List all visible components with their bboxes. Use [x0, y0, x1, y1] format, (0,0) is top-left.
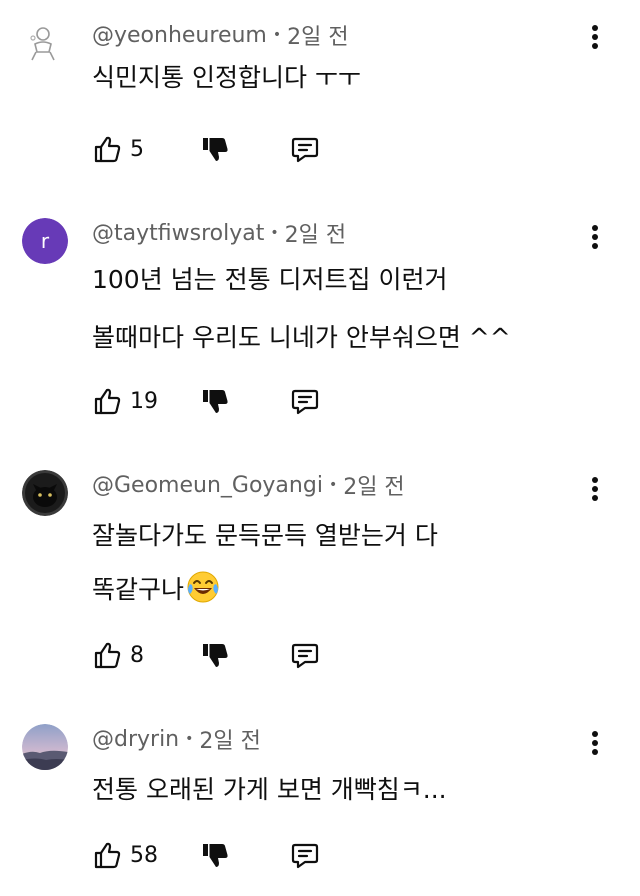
like-button[interactable]: 58	[92, 838, 158, 872]
comment-time: 2일 전	[343, 475, 405, 500]
comment-header: @taytfiwsrolyat • 2일 전	[92, 218, 347, 249]
vertical-dots-icon	[592, 25, 598, 49]
avatar[interactable]	[22, 20, 68, 66]
sunset-landscape-avatar-icon	[22, 724, 68, 770]
like-button[interactable]: 19	[92, 384, 158, 418]
comment-username[interactable]: @yeonheureum	[92, 23, 267, 48]
avatar[interactable]	[22, 470, 68, 516]
vertical-dots-icon	[592, 477, 598, 501]
comment-header: @dryrin • 2일 전	[92, 724, 261, 755]
thumbs-down-icon	[203, 390, 228, 413]
reply-button[interactable]	[290, 840, 320, 874]
comment-actions: 19	[92, 384, 352, 418]
comment-icon	[291, 643, 319, 669]
more-options-button[interactable]	[588, 22, 602, 52]
thumbs-up-icon	[94, 136, 121, 163]
comment-actions: 58	[92, 838, 352, 872]
comment-header: @yeonheureum • 2일 전	[92, 20, 349, 51]
comment-item: @Geomeun_Goyangi • 2일 전 잘놀다가도 문득문득 열받는거 …	[0, 470, 640, 680]
separator-dot: •	[270, 225, 279, 241]
thumbs-down-icon	[203, 644, 228, 667]
thumbs-down-icon	[203, 844, 228, 867]
comment-text: 잘놀다가도 문득문득 열받는거 다	[92, 521, 438, 550]
more-options-button[interactable]	[588, 474, 602, 504]
thumbs-up-icon	[94, 842, 121, 869]
more-options-button[interactable]	[588, 222, 602, 252]
comment-actions: 8	[92, 638, 352, 672]
comment-text: 똑같구나	[92, 575, 185, 604]
comment-icon	[291, 389, 319, 415]
dislike-button[interactable]	[200, 134, 230, 168]
comment-item: r @taytfiwsrolyat • 2일 전 100년 넘는 전통 디저트집…	[0, 218, 640, 428]
comment-icon	[291, 843, 319, 869]
comment-username[interactable]: @Geomeun_Goyangi	[92, 473, 323, 498]
comment-time: 2일 전	[199, 729, 261, 754]
vertical-dots-icon	[592, 225, 598, 249]
comment-icon	[291, 137, 319, 163]
comment-item: @yeonheureum • 2일 전 식민지통 인정합니다 ㅜㅜ 5	[0, 20, 640, 170]
like-count: 58	[130, 842, 158, 868]
like-count: 19	[130, 388, 158, 414]
comment-username[interactable]: @taytfiwsrolyat	[92, 221, 264, 246]
separator-dot: •	[185, 731, 194, 747]
like-button[interactable]: 8	[92, 638, 144, 672]
separator-dot: •	[272, 27, 282, 43]
avatar[interactable]	[22, 724, 68, 770]
comment-time: 2일 전	[284, 223, 347, 248]
separator-dot: •	[328, 477, 338, 493]
comment-item: @dryrin • 2일 전 전통 오래된 가게 보면 개빡침ㅋ... 58	[0, 724, 640, 896]
default-avatar-icon	[30, 27, 55, 61]
dislike-button[interactable]	[200, 640, 230, 674]
comment-text-line: 똑같구나	[92, 570, 220, 612]
avatar[interactable]: r	[22, 218, 68, 264]
dislike-button[interactable]	[200, 386, 230, 420]
comment-text: 전통 오래된 가게 보면 개빡침ㅋ...	[92, 775, 447, 804]
comment-text: 식민지통 인정합니다 ㅜㅜ	[92, 63, 361, 92]
letter-avatar-icon: r	[22, 218, 68, 264]
like-count: 8	[130, 642, 144, 668]
tears-of-joy-emoji-icon	[186, 570, 220, 612]
dislike-button[interactable]	[200, 840, 230, 874]
comment-header: @Geomeun_Goyangi • 2일 전	[92, 470, 405, 501]
comment-text: 볼때마다 우리도 니네가 안부숴으면 ^^	[92, 323, 511, 352]
thumbs-up-icon	[94, 642, 121, 669]
svg-text:r: r	[41, 229, 50, 253]
more-options-button[interactable]	[588, 728, 602, 758]
reply-button[interactable]	[290, 134, 320, 168]
thumbs-down-icon	[203, 138, 228, 161]
comment-actions: 5	[92, 132, 352, 166]
like-button[interactable]: 5	[92, 132, 144, 166]
black-cat-avatar-icon	[22, 470, 68, 516]
thumbs-up-icon	[94, 388, 121, 415]
comment-username[interactable]: @dryrin	[92, 727, 179, 752]
comment-text: 100년 넘는 전통 디저트집 이런거	[92, 265, 448, 294]
comment-time: 2일 전	[287, 25, 349, 50]
reply-button[interactable]	[290, 640, 320, 674]
like-count: 5	[130, 136, 144, 162]
vertical-dots-icon	[592, 731, 598, 755]
reply-button[interactable]	[290, 386, 320, 420]
